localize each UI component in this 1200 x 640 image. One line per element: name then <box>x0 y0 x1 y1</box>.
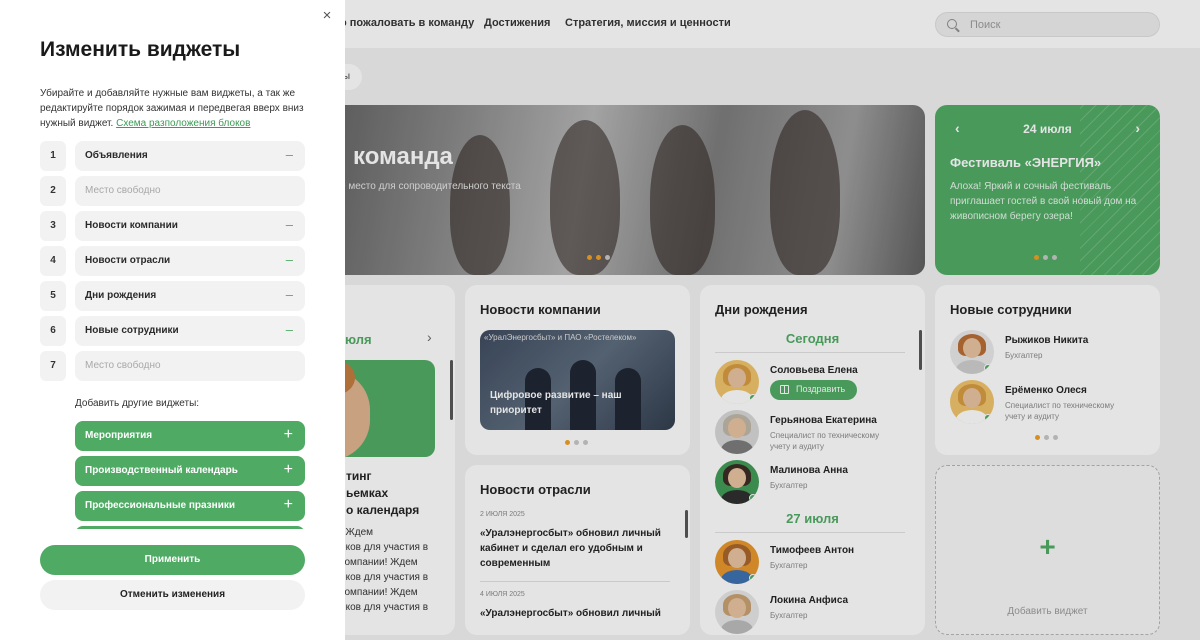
widget-slot-empty[interactable]: Место свободно <box>75 176 305 206</box>
widget-slot-new-employees[interactable]: Новые сотрудники – <box>75 316 305 346</box>
plus-icon[interactable]: + <box>284 496 293 514</box>
slot-number: 5 <box>40 281 66 311</box>
slot-label: Место свободно <box>85 185 161 196</box>
close-icon[interactable]: × <box>319 8 335 24</box>
slot-label: Новости отрасли <box>85 255 171 266</box>
panel-title: Изменить виджеты <box>40 38 241 61</box>
layout-scheme-link[interactable]: Схема разположения блоков <box>116 118 250 129</box>
edit-widgets-panel: × Изменить виджеты Убирайте и добавляйте… <box>0 0 345 640</box>
available-widgets-list[interactable]: Мероприятия + Производственный календарь… <box>75 421 305 529</box>
slot-number: 1 <box>40 141 66 171</box>
cancel-changes-button[interactable]: Отменить изменения <box>40 580 305 610</box>
add-other-widgets-label: Добавить другие виджеты: <box>75 398 200 409</box>
widget-slot-industry-news[interactable]: Новости отрасли – <box>75 246 305 276</box>
remove-icon[interactable]: – <box>286 147 293 162</box>
widget-slot-empty[interactable]: Место свободно <box>75 351 305 381</box>
available-widget-label: Производственный календарь <box>85 465 238 476</box>
remove-icon[interactable]: – <box>286 217 293 232</box>
slot-label: Дни рождения <box>85 290 157 301</box>
apply-button[interactable]: Применить <box>40 545 305 575</box>
remove-icon[interactable]: – <box>286 252 293 267</box>
widget-slot-announcements[interactable]: Объявления – <box>75 141 305 171</box>
slot-number: 2 <box>40 176 66 206</box>
available-widget-professional-holidays[interactable]: Профессиональные празники + <box>75 491 305 521</box>
widget-slot-company-news[interactable]: Новости компании – <box>75 211 305 241</box>
panel-description: Убирайте и добавляйте нужные вам виджеты… <box>40 86 308 131</box>
plus-icon[interactable]: + <box>284 461 293 479</box>
plus-icon[interactable]: + <box>284 426 293 444</box>
available-widget-label: Мероприятия <box>85 430 153 441</box>
slot-label: Объявления <box>85 150 148 161</box>
widget-slot-birthdays[interactable]: Дни рождения – <box>75 281 305 311</box>
slot-label: Новые сотрудники <box>85 325 179 336</box>
slot-label: Новости компании <box>85 220 178 231</box>
slot-number: 7 <box>40 351 66 381</box>
remove-icon[interactable]: – <box>286 322 293 337</box>
remove-icon[interactable]: – <box>286 287 293 302</box>
slot-number: 6 <box>40 316 66 346</box>
available-widget-label: Профессиональные празники <box>85 500 235 511</box>
available-widget-events[interactable]: Мероприятия + <box>75 421 305 451</box>
available-widget-production-calendar[interactable]: Производственный календарь + <box>75 456 305 486</box>
slot-number: 3 <box>40 211 66 241</box>
slot-number: 4 <box>40 246 66 276</box>
slot-label: Место свободно <box>85 360 161 371</box>
available-widget-more[interactable] <box>75 526 305 529</box>
